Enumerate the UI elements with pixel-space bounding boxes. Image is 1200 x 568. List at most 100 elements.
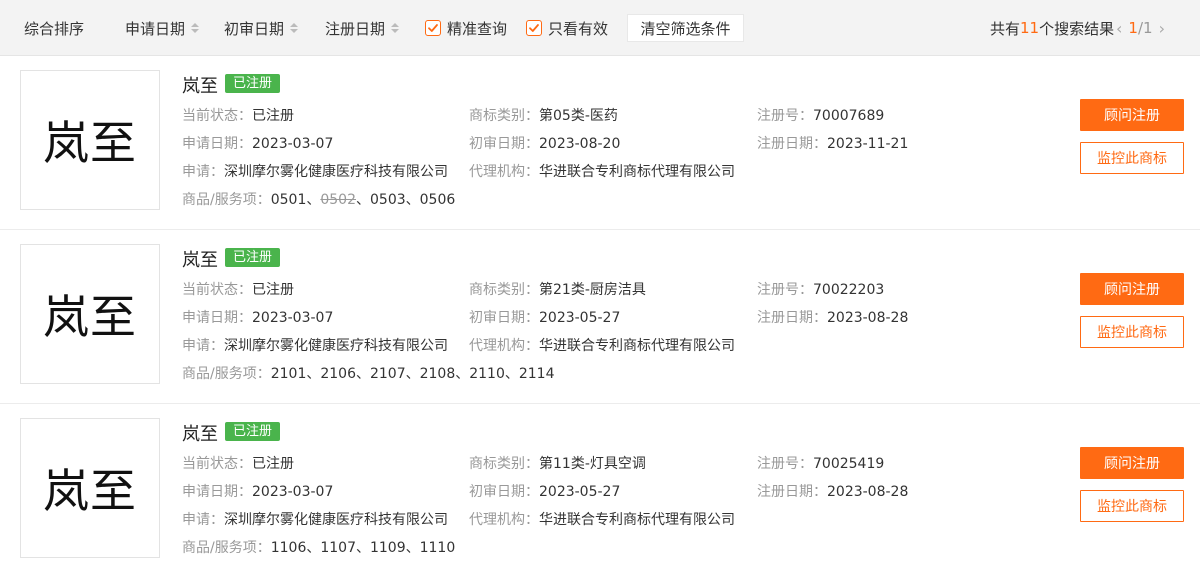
trademark-name[interactable]: 岚至 <box>182 72 218 98</box>
result-count: 共有 11 个搜索结果 <box>990 0 1114 56</box>
sort-arrows-icon <box>290 23 299 33</box>
trademark-logo-text: 岚至 <box>43 290 137 344</box>
result-card: 岚至 岚至 已注册 当前状态：已注册 商标类别：第05类-医药 注册号：7000… <box>0 56 1200 230</box>
field-label: 申请日期： <box>182 484 252 500</box>
consult-register-button[interactable]: 顾问注册 <box>1080 99 1184 131</box>
status-field: 当前状态：已注册 <box>182 279 294 299</box>
field-value: 2023-11-21 <box>827 136 909 152</box>
reg-date-field: 注册日期：2023-11-21 <box>757 133 908 153</box>
field-label: 代理机构： <box>469 338 539 354</box>
field-value: 2023-08-28 <box>827 484 909 500</box>
goods-invalid-item: 0502 <box>320 192 356 208</box>
chevron-right-icon[interactable]: › <box>1153 19 1171 38</box>
field-value: 第11类-灯具空调 <box>539 456 646 472</box>
sort-arrows-icon <box>391 23 400 33</box>
trademark-logo[interactable]: 岚至 <box>20 244 160 384</box>
clear-filters-button[interactable]: 清空筛选条件 <box>627 14 744 42</box>
trademark-logo[interactable]: 岚至 <box>20 418 160 558</box>
page-total: 1 <box>1143 19 1153 37</box>
field-label: 商标类别： <box>469 282 539 298</box>
field-value: 0501、 <box>270 192 321 208</box>
consult-register-label: 顾问注册 <box>1104 108 1160 124</box>
monitor-trademark-label: 监控此商标 <box>1097 151 1167 167</box>
result-card: 岚至 岚至 已注册 当前状态：已注册 商标类别：第11类-灯具空调 注册号：70… <box>0 404 1200 568</box>
sort-reg-date[interactable]: 注册日期 <box>325 0 400 56</box>
field-label: 初审日期： <box>469 484 539 500</box>
trademark-name[interactable]: 岚至 <box>182 246 218 272</box>
clear-filters-label: 清空筛选条件 <box>640 19 731 38</box>
monitor-trademark-label: 监控此商标 <box>1097 325 1167 341</box>
result-card: 岚至 岚至 已注册 当前状态：已注册 商标类别：第21类-厨房洁具 注册号：70… <box>0 230 1200 404</box>
apply-date-field: 申请日期：2023-03-07 <box>182 133 333 153</box>
consult-register-label: 顾问注册 <box>1104 456 1160 472</box>
field-value: 70007689 <box>813 108 885 124</box>
result-count-number: 11 <box>1020 19 1040 37</box>
consult-register-button[interactable]: 顾问注册 <box>1080 273 1184 305</box>
field-value[interactable]: 深圳摩尔雾化健康医疗科技有限公司 <box>224 164 448 180</box>
field-label: 注册日期： <box>757 484 827 500</box>
field-label: 初审日期： <box>469 310 539 326</box>
reg-date-field: 注册日期：2023-08-28 <box>757 481 908 501</box>
field-label: 注册日期： <box>757 310 827 326</box>
monitor-trademark-button[interactable]: 监控此商标 <box>1080 142 1184 174</box>
field-value: 第21类-厨房洁具 <box>539 282 646 298</box>
monitor-trademark-button[interactable]: 监控此商标 <box>1080 316 1184 348</box>
field-label: 注册日期： <box>757 136 827 152</box>
agency-field: 代理机构：华进联合专利商标代理有限公司 <box>469 335 735 355</box>
exact-query-toggle[interactable]: 精准查询 <box>425 0 507 56</box>
field-label: 注册号： <box>757 456 813 472</box>
checkbox-checked-icon[interactable] <box>425 20 441 36</box>
field-value[interactable]: 深圳摩尔雾化健康医疗科技有限公司 <box>224 512 448 528</box>
field-label: 代理机构： <box>469 512 539 528</box>
consult-register-button[interactable]: 顾问注册 <box>1080 447 1184 479</box>
sort-reg-date-label: 注册日期 <box>325 19 386 38</box>
sort-arrows-icon <box>191 23 200 33</box>
field-label: 当前状态： <box>182 108 252 124</box>
sort-apply-date[interactable]: 申请日期 <box>125 0 200 56</box>
field-value: 70025419 <box>813 456 885 472</box>
monitor-trademark-button[interactable]: 监控此商标 <box>1080 490 1184 522</box>
category-field: 商标类别：第21类-厨房洁具 <box>469 279 646 299</box>
field-value: 2023-05-27 <box>539 484 621 500</box>
monitor-trademark-label: 监控此商标 <box>1097 499 1167 515</box>
checkbox-checked-icon[interactable] <box>526 20 542 36</box>
exact-query-label: 精准查询 <box>447 19 508 38</box>
field-value[interactable]: 华进联合专利商标代理有限公司 <box>539 512 735 528</box>
field-label: 商品/服务项： <box>182 366 271 382</box>
field-value[interactable]: 华进联合专利商标代理有限公司 <box>539 338 735 354</box>
trademark-name[interactable]: 岚至 <box>182 420 218 446</box>
category-field: 商标类别：第05类-医药 <box>469 105 618 125</box>
sort-prelim-date[interactable]: 初审日期 <box>224 0 299 56</box>
trademark-logo-text: 岚至 <box>43 464 137 518</box>
prelim-date-field: 初审日期：2023-08-20 <box>469 133 620 153</box>
field-label: 申请： <box>182 338 224 354</box>
goods-field: 商品/服务项：1106、1107、1109、1110 <box>182 537 455 557</box>
goods-field: 商品/服务项：2101、2106、2107、2108、2110、2114 <box>182 363 555 383</box>
field-value: 70022203 <box>813 282 885 298</box>
field-value: 已注册 <box>252 456 294 472</box>
chevron-left-icon[interactable]: ‹ <box>1110 19 1128 38</box>
field-label: 商品/服务项： <box>182 540 271 556</box>
sort-apply-date-label: 申请日期 <box>125 19 186 38</box>
page-current: 1 <box>1128 19 1138 37</box>
field-label: 当前状态： <box>182 282 252 298</box>
trademark-logo[interactable]: 岚至 <box>20 70 160 210</box>
status-badge: 已注册 <box>225 248 281 267</box>
apply-date-field: 申请日期：2023-03-07 <box>182 307 333 327</box>
reg-no-field: 注册号：70007689 <box>757 105 884 125</box>
pagination: ‹ 1/1 › <box>1110 0 1171 56</box>
applicant-field: 申请：深圳摩尔雾化健康医疗科技有限公司 <box>182 509 448 529</box>
result-prefix: 共有 <box>990 19 1021 38</box>
field-value[interactable]: 深圳摩尔雾化健康医疗科技有限公司 <box>224 338 448 354</box>
prelim-date-field: 初审日期：2023-05-27 <box>469 307 620 327</box>
field-value: 2101、2106、2107、2108、2110、2114 <box>270 366 555 382</box>
field-value[interactable]: 华进联合专利商标代理有限公司 <box>539 164 735 180</box>
valid-only-toggle[interactable]: 只看有效 <box>526 0 608 56</box>
filter-toolbar: 综合排序 申请日期 初审日期 注册日期 精准查询 只看有效 清空筛选条件 共有 1… <box>0 0 1200 56</box>
field-value: 第05类-医药 <box>539 108 618 124</box>
sort-comprehensive[interactable]: 综合排序 <box>24 0 84 56</box>
field-label: 当前状态： <box>182 456 252 472</box>
field-value: 2023-08-20 <box>539 136 621 152</box>
reg-no-field: 注册号：70025419 <box>757 453 884 473</box>
field-label: 商标类别： <box>469 108 539 124</box>
